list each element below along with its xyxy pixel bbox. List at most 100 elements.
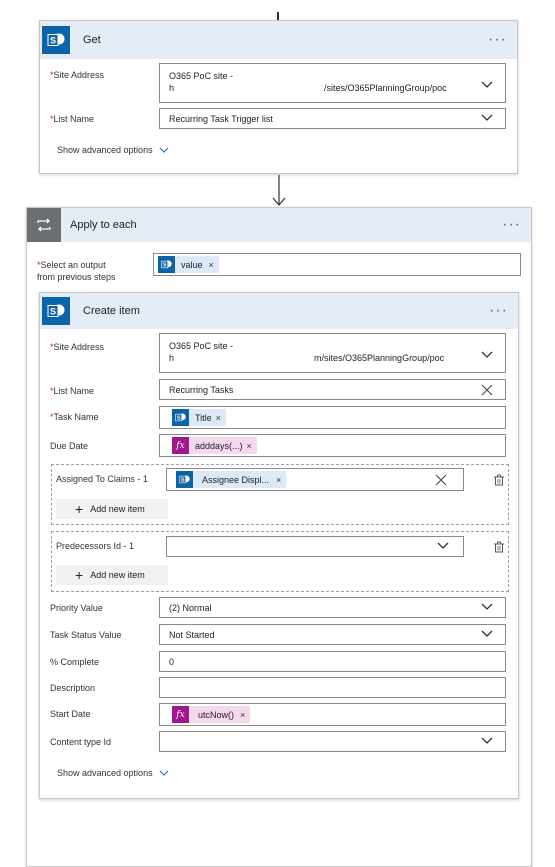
create-list-name-label: *List Name: [50, 386, 95, 396]
remove-token-icon[interactable]: ×: [247, 441, 252, 451]
apply-card-menu-button[interactable]: ···: [502, 217, 521, 233]
assignee-token-text: Assignee Displ... ×: [193, 471, 287, 488]
svg-text:S: S: [163, 263, 167, 269]
chevron-down-icon: [159, 147, 169, 153]
get-show-advanced-label: Show advanced options: [57, 145, 153, 155]
get-site-address-dropdown[interactable]: O365 PoC site - h/sites/O365PlanningGrou…: [159, 63, 506, 103]
delete-item-icon[interactable]: [493, 474, 505, 486]
select-output-label-line2: from previous steps: [37, 272, 116, 282]
delete-item-icon[interactable]: [493, 541, 505, 553]
due-date-input[interactable]: fx adddays(...) ×: [159, 434, 506, 457]
create-list-name-input[interactable]: Recurring Tasks: [159, 379, 506, 400]
start-date-label: Start Date: [50, 709, 91, 719]
start-date-input[interactable]: fx utcNow() ×: [159, 703, 506, 726]
remove-token-icon[interactable]: ×: [276, 475, 281, 485]
description-label: Description: [50, 683, 96, 693]
assigned-to-claims-label: Assigned To Claims - 1: [56, 474, 148, 484]
get-list-name-value: Recurring Task Trigger list: [169, 113, 273, 124]
create-card-menu-button[interactable]: ···: [489, 303, 508, 319]
chevron-down-icon: [159, 770, 169, 776]
title-token[interactable]: S Title ×: [172, 409, 226, 427]
get-list-name-label: *List Name: [50, 114, 95, 124]
create-item-card: S Create item ··· *Site Address O365 PoC…: [39, 292, 519, 799]
apply-card-title: Apply to each: [70, 219, 137, 231]
create-show-advanced-options[interactable]: Show advanced options: [57, 768, 169, 778]
utcnow-token-label: utcNow(): [198, 709, 235, 720]
due-date-label: Due Date: [50, 441, 89, 451]
top-connector: [277, 12, 279, 20]
value-token[interactable]: S value ×: [158, 256, 219, 274]
assignee-token[interactable]: S Assignee Displ... ×: [176, 471, 287, 489]
utcnow-token[interactable]: fx utcNow() ×: [172, 706, 251, 724]
get-card-title: Get: [83, 34, 101, 46]
chevron-down-icon[interactable]: [481, 351, 493, 359]
content-type-id-dropdown[interactable]: [159, 731, 506, 752]
loop-icon: [37, 218, 51, 232]
get-list-name-dropdown[interactable]: Recurring Task Trigger list: [159, 108, 506, 129]
loop-icon-tile: [27, 208, 61, 242]
priority-value-dropdown[interactable]: (2) Normal: [159, 597, 506, 618]
chevron-down-icon[interactable]: [481, 81, 493, 89]
sharepoint-icon: S: [158, 256, 175, 273]
create-list-name-value: Recurring Tasks: [169, 384, 234, 395]
task-status-dropdown[interactable]: Not Started: [159, 624, 506, 645]
assigned-to-claims-input[interactable]: S Assignee Displ... ×: [166, 468, 464, 491]
value-token-label: value: [181, 259, 203, 270]
utcnow-token-text: utcNow() ×: [189, 706, 251, 723]
content-type-id-label: Content type Id: [50, 737, 112, 747]
redacted-region: [174, 354, 315, 361]
svg-text:S: S: [177, 416, 181, 422]
add-new-item-label: Add new item: [90, 504, 145, 514]
get-site-address-line2: h/sites/O365PlanningGroup/poc: [169, 82, 505, 94]
create-site-address-line1: O365 PoC site -: [169, 341, 234, 351]
adddays-token-label: adddays(...): [195, 440, 243, 451]
clear-icon[interactable]: [435, 474, 447, 486]
predecessors-id-label: Predecessors Id - 1: [56, 541, 135, 551]
plus-icon: +: [75, 501, 84, 517]
percent-complete-input[interactable]: 0: [159, 651, 506, 672]
task-name-input[interactable]: S Title ×: [159, 406, 506, 429]
chevron-down-icon[interactable]: [481, 737, 493, 745]
select-output-input[interactable]: S value ×: [153, 253, 521, 276]
get-show-advanced-options[interactable]: Show advanced options: [57, 145, 169, 155]
create-site-address-dropdown[interactable]: O365 PoC site - h m/sites/O365PlanningGro…: [159, 333, 506, 373]
get-site-address-label: *Site Address: [50, 70, 105, 80]
redacted-region: [174, 84, 325, 91]
assignee-token-label: Assignee Displ...: [202, 474, 270, 485]
sharepoint-icon: S: [176, 471, 193, 488]
get-site-address-line1: O365 PoC site -: [169, 71, 234, 81]
create-site-address-label: *Site Address: [50, 342, 105, 352]
priority-value-text: (2) Normal: [169, 602, 212, 613]
clear-icon[interactable]: [481, 384, 493, 396]
get-site-address-line2-suffix: /sites/O365PlanningGroup/poc: [324, 83, 447, 93]
create-site-address-line2: h m/sites/O365PlanningGroup/poc: [169, 352, 505, 364]
chevron-down-icon[interactable]: [437, 542, 449, 550]
remove-token-icon[interactable]: ×: [209, 260, 214, 270]
remove-token-icon[interactable]: ×: [216, 413, 221, 423]
apply-card-header[interactable]: Apply to each ···: [27, 208, 531, 242]
predecessors-id-dropdown[interactable]: [166, 536, 464, 557]
value-token-text: value ×: [175, 256, 219, 273]
get-action-card: S Get ··· *Site Address O365 PoC site - …: [39, 20, 518, 174]
get-card-header[interactable]: S Get ···: [40, 21, 517, 59]
create-show-advanced-label: Show advanced options: [57, 768, 153, 778]
task-status-text: Not Started: [169, 629, 215, 640]
chevron-down-icon[interactable]: [481, 114, 493, 122]
apply-to-each-card: Apply to each ··· *Select an output from…: [26, 207, 532, 867]
remove-token-icon[interactable]: ×: [240, 710, 245, 720]
plus-icon: +: [75, 567, 84, 583]
adddays-token[interactable]: fx adddays(...) ×: [172, 437, 257, 455]
predecessors-add-new-item-button[interactable]: + Add new item: [56, 565, 168, 585]
assigned-add-new-item-button[interactable]: + Add new item: [56, 499, 168, 519]
chevron-down-icon[interactable]: [481, 603, 493, 611]
chevron-down-icon[interactable]: [481, 630, 493, 638]
get-card-menu-button[interactable]: ···: [488, 32, 507, 48]
description-input[interactable]: [159, 677, 506, 698]
create-card-header[interactable]: S Create item ···: [40, 293, 518, 329]
expression-fx-icon: fx: [172, 706, 189, 723]
sharepoint-icon: S: [172, 409, 189, 426]
svg-text:S: S: [50, 307, 56, 317]
add-new-item-label: Add new item: [90, 570, 145, 580]
title-token-text: Title ×: [189, 409, 226, 426]
create-card-title: Create item: [83, 305, 140, 317]
